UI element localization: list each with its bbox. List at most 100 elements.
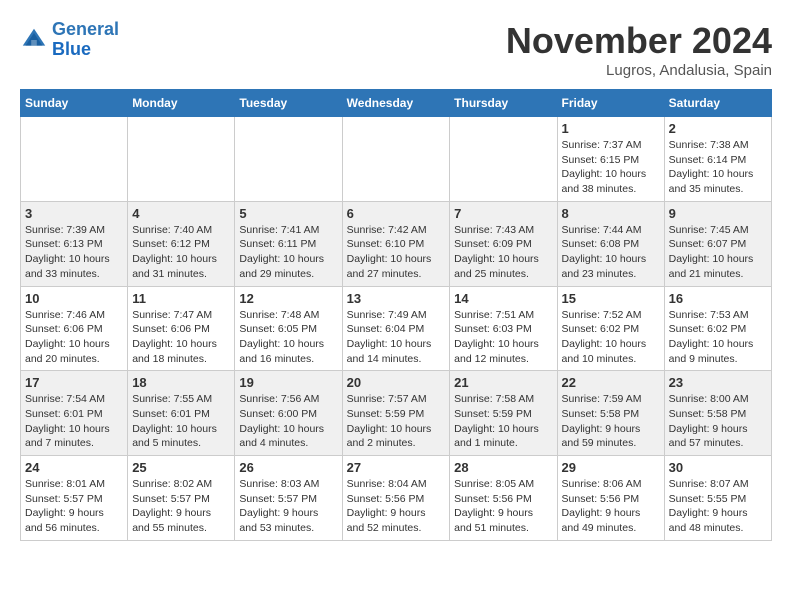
day-number: 7 bbox=[454, 206, 552, 221]
calendar-week-1: 1 Sunrise: 7:37 AM Sunset: 6:15 PM Daylig… bbox=[21, 117, 772, 202]
logo-icon bbox=[20, 26, 48, 54]
calendar-cell: 24 Sunrise: 8:01 AM Sunset: 5:57 PM Dayli… bbox=[21, 456, 128, 541]
day-number: 26 bbox=[239, 460, 337, 475]
calendar-cell: 12 Sunrise: 7:48 AM Sunset: 6:05 PM Dayli… bbox=[235, 286, 342, 371]
day-header-friday: Friday bbox=[557, 90, 664, 117]
day-header-wednesday: Wednesday bbox=[342, 90, 450, 117]
location: Lugros, Andalusia, Spain bbox=[506, 62, 772, 79]
calendar-cell: 22 Sunrise: 7:59 AM Sunset: 5:58 PM Dayli… bbox=[557, 371, 664, 456]
day-info: Sunrise: 7:56 AM Sunset: 6:00 PM Dayligh… bbox=[239, 392, 337, 451]
day-info: Sunrise: 8:06 AM Sunset: 5:56 PM Dayligh… bbox=[562, 477, 660, 536]
day-info: Sunrise: 8:01 AM Sunset: 5:57 PM Dayligh… bbox=[25, 477, 123, 536]
calendar-cell: 14 Sunrise: 7:51 AM Sunset: 6:03 PM Dayli… bbox=[450, 286, 557, 371]
day-header-sunday: Sunday bbox=[21, 90, 128, 117]
day-header-tuesday: Tuesday bbox=[235, 90, 342, 117]
calendar-cell: 20Sunrise: 7:57 AM Sunset: 5:59 PM Dayli… bbox=[342, 371, 450, 456]
day-info: Sunrise: 8:05 AM Sunset: 5:56 PM Dayligh… bbox=[454, 477, 552, 536]
day-number: 13 bbox=[347, 291, 446, 306]
calendar-week-5: 24 Sunrise: 8:01 AM Sunset: 5:57 PM Dayli… bbox=[21, 456, 772, 541]
calendar-cell: 27 Sunrise: 8:04 AM Sunset: 5:56 PM Dayli… bbox=[342, 456, 450, 541]
calendar-cell: 7 Sunrise: 7:43 AM Sunset: 6:09 PM Daylig… bbox=[450, 201, 557, 286]
day-number: 2 bbox=[669, 121, 767, 136]
day-info: Sunrise: 7:58 AM Sunset: 5:59 PM Dayligh… bbox=[454, 392, 552, 451]
day-info: Sunrise: 7:46 AM Sunset: 6:06 PM Dayligh… bbox=[25, 308, 123, 367]
day-number: 27 bbox=[347, 460, 446, 475]
day-info: Sunrise: 7:49 AM Sunset: 6:04 PM Dayligh… bbox=[347, 308, 446, 367]
calendar-cell: 17Sunrise: 7:54 AM Sunset: 6:01 PM Dayli… bbox=[21, 371, 128, 456]
day-number: 24 bbox=[25, 460, 123, 475]
calendar-week-2: 3Sunrise: 7:39 AM Sunset: 6:13 PM Daylig… bbox=[21, 201, 772, 286]
day-header-saturday: Saturday bbox=[664, 90, 771, 117]
day-number: 6 bbox=[347, 206, 446, 221]
day-info: Sunrise: 7:47 AM Sunset: 6:06 PM Dayligh… bbox=[132, 308, 230, 367]
calendar-cell: 9 Sunrise: 7:45 AM Sunset: 6:07 PM Daylig… bbox=[664, 201, 771, 286]
day-header-monday: Monday bbox=[128, 90, 235, 117]
day-info: Sunrise: 7:40 AM Sunset: 6:12 PM Dayligh… bbox=[132, 223, 230, 282]
day-number: 20 bbox=[347, 375, 446, 390]
day-number: 8 bbox=[562, 206, 660, 221]
month-title: November 2024 bbox=[506, 20, 772, 62]
calendar-cell: 26Sunrise: 8:03 AM Sunset: 5:57 PM Dayli… bbox=[235, 456, 342, 541]
day-info: Sunrise: 7:42 AM Sunset: 6:10 PM Dayligh… bbox=[347, 223, 446, 282]
day-number: 29 bbox=[562, 460, 660, 475]
calendar-cell: 23Sunrise: 8:00 AM Sunset: 5:58 PM Dayli… bbox=[664, 371, 771, 456]
day-number: 1 bbox=[562, 121, 660, 136]
day-number: 17 bbox=[25, 375, 123, 390]
day-info: Sunrise: 7:48 AM Sunset: 6:05 PM Dayligh… bbox=[239, 308, 337, 367]
calendar-cell bbox=[21, 117, 128, 202]
calendar-cell bbox=[342, 117, 450, 202]
day-info: Sunrise: 8:02 AM Sunset: 5:57 PM Dayligh… bbox=[132, 477, 230, 536]
day-info: Sunrise: 8:04 AM Sunset: 5:56 PM Dayligh… bbox=[347, 477, 446, 536]
calendar-cell: 11 Sunrise: 7:47 AM Sunset: 6:06 PM Dayli… bbox=[128, 286, 235, 371]
day-number: 14 bbox=[454, 291, 552, 306]
calendar-cell: 28 Sunrise: 8:05 AM Sunset: 5:56 PM Dayli… bbox=[450, 456, 557, 541]
day-number: 15 bbox=[562, 291, 660, 306]
calendar-cell: 18 Sunrise: 7:55 AM Sunset: 6:01 PM Dayli… bbox=[128, 371, 235, 456]
day-info: Sunrise: 7:59 AM Sunset: 5:58 PM Dayligh… bbox=[562, 392, 660, 451]
logo: General Blue bbox=[20, 20, 119, 60]
calendar-cell: 6 Sunrise: 7:42 AM Sunset: 6:10 PM Daylig… bbox=[342, 201, 450, 286]
calendar-cell: 1 Sunrise: 7:37 AM Sunset: 6:15 PM Daylig… bbox=[557, 117, 664, 202]
day-info: Sunrise: 7:44 AM Sunset: 6:08 PM Dayligh… bbox=[562, 223, 660, 282]
day-number: 3 bbox=[25, 206, 123, 221]
day-info: Sunrise: 7:55 AM Sunset: 6:01 PM Dayligh… bbox=[132, 392, 230, 451]
day-info: Sunrise: 7:52 AM Sunset: 6:02 PM Dayligh… bbox=[562, 308, 660, 367]
day-number: 10 bbox=[25, 291, 123, 306]
day-number: 11 bbox=[132, 291, 230, 306]
day-info: Sunrise: 7:45 AM Sunset: 6:07 PM Dayligh… bbox=[669, 223, 767, 282]
day-info: Sunrise: 7:53 AM Sunset: 6:02 PM Dayligh… bbox=[669, 308, 767, 367]
calendar-cell: 19Sunrise: 7:56 AM Sunset: 6:00 PM Dayli… bbox=[235, 371, 342, 456]
calendar-cell: 30 Sunrise: 8:07 AM Sunset: 5:55 PM Dayli… bbox=[664, 456, 771, 541]
day-number: 28 bbox=[454, 460, 552, 475]
calendar-cell: 2 Sunrise: 7:38 AM Sunset: 6:14 PM Daylig… bbox=[664, 117, 771, 202]
day-number: 22 bbox=[562, 375, 660, 390]
day-number: 23 bbox=[669, 375, 767, 390]
day-info: Sunrise: 7:43 AM Sunset: 6:09 PM Dayligh… bbox=[454, 223, 552, 282]
calendar-cell: 29 Sunrise: 8:06 AM Sunset: 5:56 PM Dayli… bbox=[557, 456, 664, 541]
calendar-cell: 5Sunrise: 7:41 AM Sunset: 6:11 PM Daylig… bbox=[235, 201, 342, 286]
day-number: 18 bbox=[132, 375, 230, 390]
logo-text: General Blue bbox=[52, 20, 119, 60]
day-number: 12 bbox=[239, 291, 337, 306]
calendar-cell: 21 Sunrise: 7:58 AM Sunset: 5:59 PM Dayli… bbox=[450, 371, 557, 456]
day-info: Sunrise: 7:38 AM Sunset: 6:14 PM Dayligh… bbox=[669, 138, 767, 197]
day-info: Sunrise: 7:51 AM Sunset: 6:03 PM Dayligh… bbox=[454, 308, 552, 367]
calendar: SundayMondayTuesdayWednesdayThursdayFrid… bbox=[20, 89, 772, 541]
calendar-week-4: 17Sunrise: 7:54 AM Sunset: 6:01 PM Dayli… bbox=[21, 371, 772, 456]
day-number: 21 bbox=[454, 375, 552, 390]
calendar-cell: 4Sunrise: 7:40 AM Sunset: 6:12 PM Daylig… bbox=[128, 201, 235, 286]
day-info: Sunrise: 8:07 AM Sunset: 5:55 PM Dayligh… bbox=[669, 477, 767, 536]
calendar-cell: 16 Sunrise: 7:53 AM Sunset: 6:02 PM Dayli… bbox=[664, 286, 771, 371]
day-info: Sunrise: 7:37 AM Sunset: 6:15 PM Dayligh… bbox=[562, 138, 660, 197]
day-number: 30 bbox=[669, 460, 767, 475]
calendar-cell bbox=[450, 117, 557, 202]
day-number: 25 bbox=[132, 460, 230, 475]
calendar-cell: 13 Sunrise: 7:49 AM Sunset: 6:04 PM Dayli… bbox=[342, 286, 450, 371]
day-number: 9 bbox=[669, 206, 767, 221]
day-number: 16 bbox=[669, 291, 767, 306]
calendar-cell bbox=[128, 117, 235, 202]
day-info: Sunrise: 7:41 AM Sunset: 6:11 PM Dayligh… bbox=[239, 223, 337, 282]
page-header: General Blue November 2024 Lugros, Andal… bbox=[20, 20, 772, 79]
calendar-cell: 8 Sunrise: 7:44 AM Sunset: 6:08 PM Daylig… bbox=[557, 201, 664, 286]
calendar-cell bbox=[235, 117, 342, 202]
